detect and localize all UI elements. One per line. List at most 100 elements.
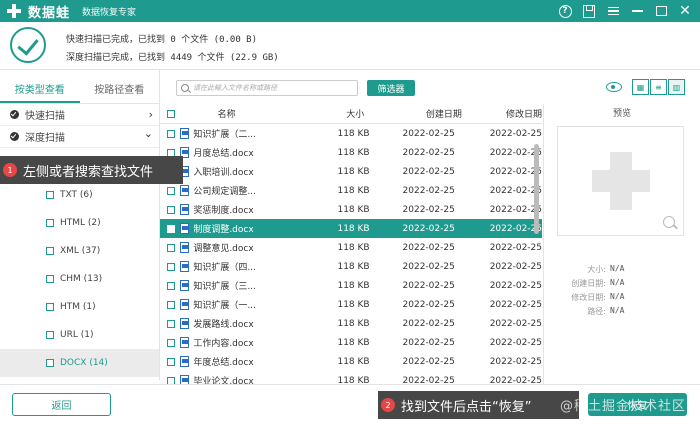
file-type-url[interactable]: URL (1) [0, 321, 159, 349]
zoom-icon[interactable] [663, 216, 675, 228]
created-date: 2022-02-25 [402, 280, 455, 291]
file-name: 月度总结.docx [193, 149, 254, 159]
row-checkbox[interactable] [164, 262, 178, 271]
header-created[interactable]: 创建日期 [364, 107, 462, 120]
docx-file-icon [179, 242, 190, 253]
preview-modified: 修改日期: N/A [544, 292, 700, 303]
search-icon [181, 84, 189, 92]
table-row[interactable]: 入职培训.docx 118 KB 2022-02-25 2022-02-25 [160, 162, 542, 181]
row-checkbox[interactable] [164, 243, 178, 252]
docx-file-icon [179, 223, 190, 234]
checkbox[interactable] [46, 331, 54, 339]
grid-view-icon[interactable]: ▦ [632, 79, 649, 95]
modified-date: 2022-02-25 [489, 204, 542, 215]
deep-scan-row[interactable]: 深度扫描 ⌄ [0, 126, 159, 148]
table-row[interactable]: 发展路线.docx 118 KB 2022-02-25 2022-02-25 [160, 314, 542, 333]
list-view-icon[interactable]: ≡ [650, 79, 667, 95]
field-key: 创建日期: [571, 279, 606, 288]
help-button[interactable]: ? [554, 0, 576, 22]
table-row[interactable]: 知识扩展（四... 118 KB 2022-02-25 2022-02-25 [160, 257, 542, 276]
file-type-htm[interactable]: HTM (1) [0, 293, 159, 321]
docx-file-icon [179, 280, 190, 291]
checkbox[interactable] [46, 191, 54, 199]
file-type-txt[interactable]: TXT (6) [0, 181, 159, 209]
checkbox[interactable] [46, 219, 54, 227]
field-value: N/A [610, 264, 625, 273]
file-size: 118 KB [337, 299, 370, 310]
checkbox[interactable] [46, 275, 54, 283]
header-modified[interactable]: 修改日期 [462, 107, 542, 120]
placeholder-logo-bar [592, 170, 650, 192]
file-table: 名称 大小 创建日期 修改日期 知识扩展（二... 118 KB 2022-02-2… [160, 104, 542, 406]
file-type-label: HTM (1) [60, 302, 96, 312]
row-checkbox[interactable] [164, 186, 178, 195]
file-name: 入职培训.docx [193, 168, 254, 178]
save-button[interactable] [578, 0, 600, 22]
row-checkbox[interactable] [164, 357, 178, 366]
row-checkbox[interactable] [164, 224, 178, 233]
close-button[interactable]: ✕ [674, 0, 696, 22]
app-subtitle: 数据恢复专家 [82, 7, 137, 18]
modified-date: 2022-02-25 [489, 128, 542, 139]
row-checkbox[interactable] [164, 205, 178, 214]
tab-by-type[interactable]: 按类型查看 [0, 81, 80, 103]
quick-scan-label: 快速扫描 [25, 111, 65, 122]
maximize-button[interactable] [650, 0, 672, 22]
table-row[interactable]: 调整意见.docx 118 KB 2022-02-25 2022-02-25 [160, 238, 542, 257]
file-size: 118 KB [337, 185, 370, 196]
file-name: 制度调整.docx [193, 225, 254, 235]
modified-date: 2022-02-25 [489, 223, 542, 234]
eye-icon[interactable] [606, 82, 622, 92]
table-row[interactable]: 知识扩展（二... 118 KB 2022-02-25 2022-02-25 [160, 124, 542, 143]
select-all-checkbox[interactable] [164, 109, 178, 118]
row-checkbox[interactable] [164, 281, 178, 290]
table-row[interactable]: 月度总结.docx 118 KB 2022-02-25 2022-02-25 [160, 143, 542, 162]
header-name[interactable]: 名称 [178, 107, 288, 120]
close-icon: ✕ [679, 3, 691, 19]
docx-file-icon [179, 261, 190, 272]
docx-file-icon [179, 299, 190, 310]
search-input[interactable]: 请在此输入文件名称或路径 [176, 80, 358, 96]
minimize-button[interactable] [626, 0, 648, 22]
table-row[interactable]: 工作内容.docx 118 KB 2022-02-25 2022-02-25 [160, 333, 542, 352]
modified-date: 2022-02-25 [489, 318, 542, 329]
checkbox[interactable] [46, 303, 54, 311]
row-checkbox[interactable] [164, 338, 178, 347]
docx-file-icon [179, 356, 190, 367]
table-row[interactable]: 知识扩展（三... 118 KB 2022-02-25 2022-02-25 [160, 276, 542, 295]
table-row[interactable]: 年度总结.docx 118 KB 2022-02-25 2022-02-25 [160, 352, 542, 371]
file-type-html[interactable]: HTML (2) [0, 209, 159, 237]
table-row[interactable]: 公司规定调整... 118 KB 2022-02-25 2022-02-25 [160, 181, 542, 200]
table-row[interactable]: 制度调整.docx 118 KB 2022-02-25 2022-02-25 [160, 219, 542, 238]
table-row[interactable]: 奖惩制度.docx 118 KB 2022-02-25 2022-02-25 [160, 200, 542, 219]
scroll-thumb[interactable] [534, 144, 539, 234]
table-scrollbar[interactable] [534, 124, 539, 384]
row-checkbox[interactable] [164, 319, 178, 328]
file-type-xml[interactable]: XML (37) [0, 237, 159, 265]
save-icon [583, 4, 595, 18]
filter-button[interactable]: 筛选器 [367, 80, 415, 96]
table-row[interactable]: 知识扩展（一... 118 KB 2022-02-25 2022-02-25 [160, 295, 542, 314]
header-size[interactable]: 大小 [288, 107, 364, 120]
row-checkbox[interactable] [164, 129, 178, 138]
file-type-chm[interactable]: CHM (13) [0, 265, 159, 293]
detail-view-icon[interactable]: ▥ [668, 79, 685, 95]
modified-date: 2022-02-25 [489, 299, 542, 310]
logo-cross-icon [6, 3, 22, 19]
menu-icon [607, 6, 619, 16]
menu-button[interactable] [602, 0, 624, 22]
created-date: 2022-02-25 [402, 318, 455, 329]
row-checkbox[interactable] [164, 300, 178, 309]
checkbox[interactable] [46, 359, 54, 367]
tab-by-path[interactable]: 按路径查看 [80, 81, 160, 103]
chevron-right-icon: › [148, 108, 153, 121]
back-button[interactable]: 返回 [12, 393, 111, 416]
file-type-label: HTML (2) [60, 218, 101, 228]
file-size: 118 KB [337, 356, 370, 367]
file-type-docx[interactable]: DOCX (14) [0, 349, 159, 377]
quick-scan-row[interactable]: 快速扫描 › [0, 104, 159, 126]
step-badge: 2 [381, 398, 395, 412]
file-name: 知识扩展（二... [193, 130, 256, 140]
hint-text: 找到文件后点击“恢复” [401, 399, 532, 415]
checkbox[interactable] [46, 247, 54, 255]
